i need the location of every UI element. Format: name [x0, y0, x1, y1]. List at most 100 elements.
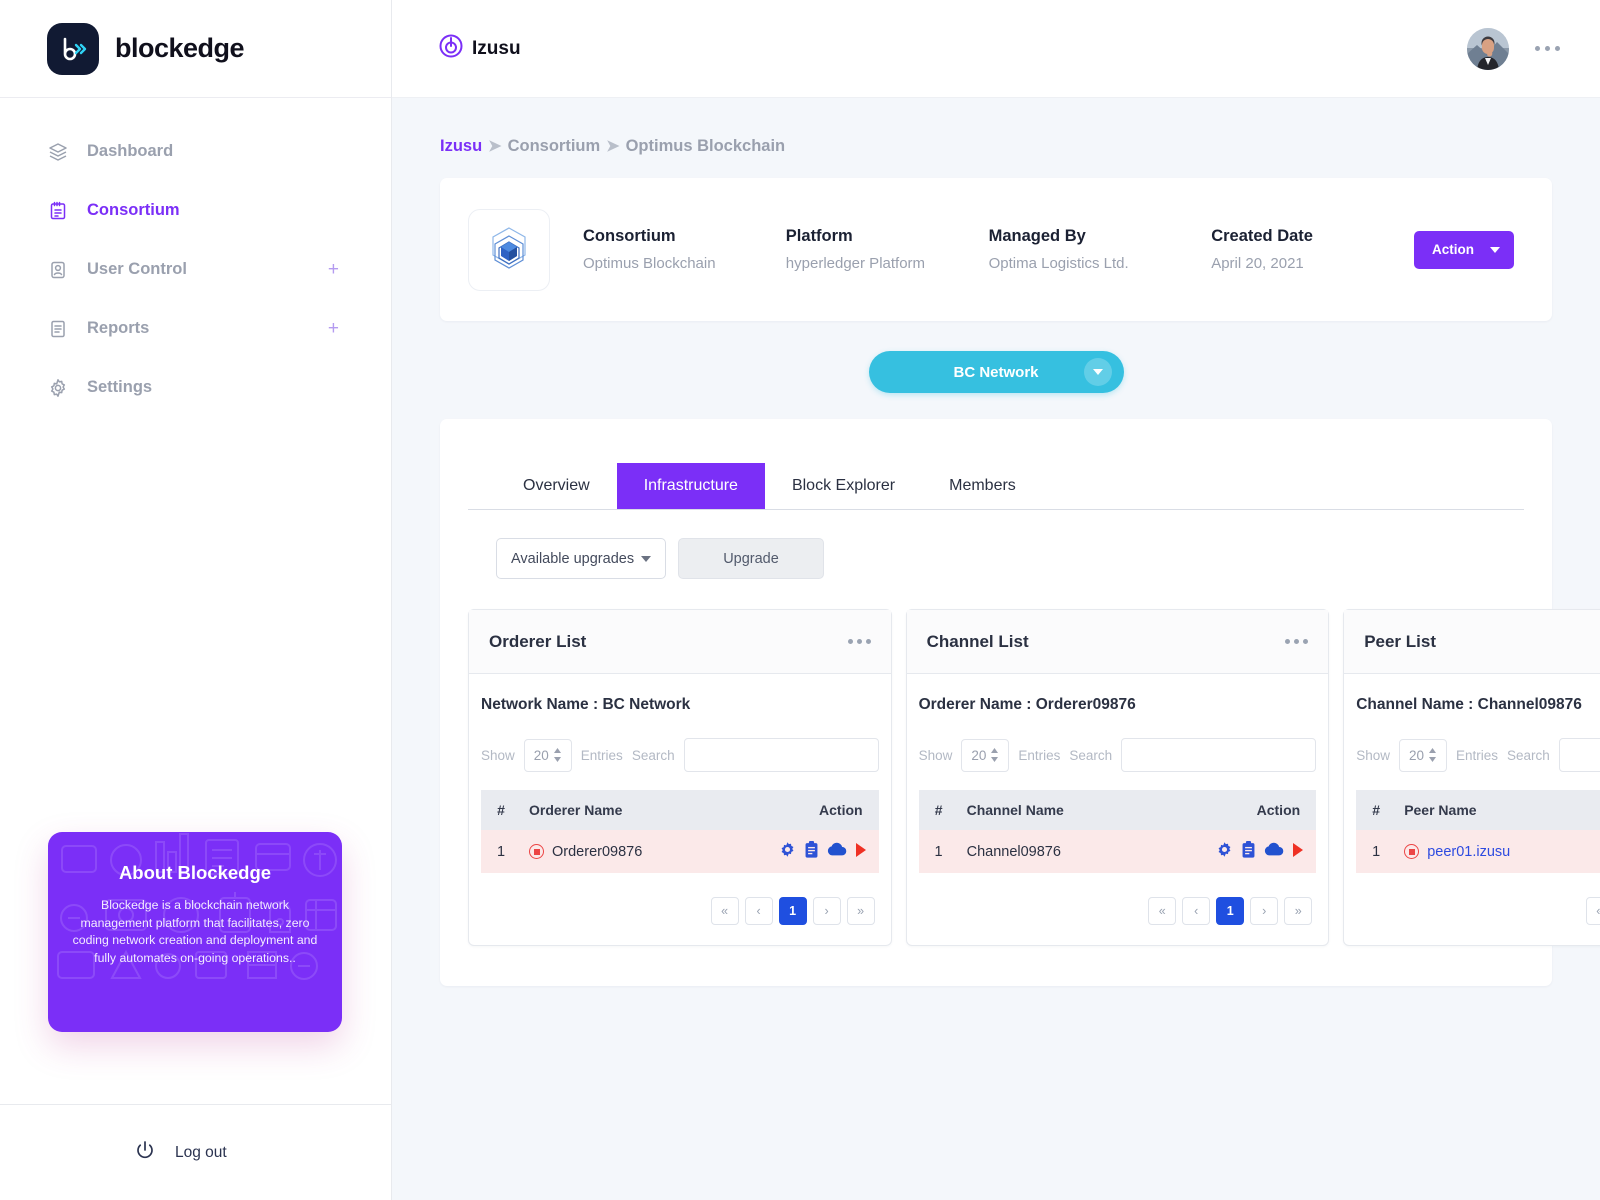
sidebar-item-consortium[interactable]: Consortium [0, 181, 391, 240]
expand-user-control-icon[interactable]: + [328, 260, 339, 279]
orderer-list-card: Orderer List Network Name : BC Network S… [468, 609, 892, 946]
page-size-stepper[interactable]: 20 [1398, 738, 1447, 772]
row-actions [712, 830, 879, 873]
page-last-button[interactable]: » [846, 897, 875, 925]
logout-button[interactable]: Log out [0, 1104, 392, 1200]
entries-label: Entries [580, 747, 623, 763]
pagination: « ‹ 1 › » [481, 897, 879, 925]
avatar[interactable] [1467, 27, 1509, 70]
row-name: Orderer09876 [552, 843, 643, 860]
tab-overview[interactable]: Overview [496, 463, 617, 509]
peer-list-card: Peer List Channel Name : Channel09876 Sh… [1343, 609, 1600, 946]
row-actions [1138, 830, 1317, 873]
chevron-down-glyph [1092, 369, 1103, 375]
chevron-down-icon[interactable] [1083, 358, 1112, 386]
page-next-button[interactable]: › [812, 897, 841, 925]
chevron-down-icon [1490, 246, 1500, 253]
gear-icon[interactable] [779, 841, 796, 862]
cloud-icon[interactable] [1264, 842, 1284, 861]
table-row[interactable]: 1 Orderer09876 [481, 830, 879, 873]
page-size-stepper[interactable]: 20 [523, 738, 572, 772]
play-icon[interactable] [1292, 842, 1304, 862]
bc-network-selector[interactable]: BC Network [868, 351, 1124, 393]
column-header-index: # [918, 790, 959, 830]
search-input[interactable] [1558, 738, 1600, 772]
clipboard-icon[interactable] [804, 841, 819, 862]
breadcrumb-item-consortium[interactable]: Consortium [508, 137, 601, 156]
layers-icon [47, 141, 69, 163]
chevron-down-icon [641, 555, 651, 562]
tab-infrastructure[interactable]: Infrastructure [616, 463, 765, 509]
kebab-menu-icon[interactable] [1285, 639, 1309, 644]
about-blockedge-card: About Blockedge Blockedge is a blockchai… [48, 832, 342, 1032]
page-first-button[interactable]: « [1585, 897, 1600, 925]
table-row[interactable]: 1 peer01.izusu [1356, 830, 1600, 873]
sidebar-item-user-control[interactable]: User Control + [0, 240, 391, 299]
page-first-button[interactable]: « [710, 897, 739, 925]
card-title: Orderer List [489, 631, 587, 651]
info-key: Created Date [1211, 227, 1313, 245]
peer-table: # Peer Name Action 1 [1356, 790, 1600, 873]
row-index: 1 [481, 830, 521, 873]
table-row[interactable]: 1 Channel09876 [918, 830, 1317, 873]
action-button[interactable]: Action [1414, 230, 1514, 269]
page-current-button[interactable]: 1 [1216, 897, 1245, 925]
row-name[interactable]: peer01.izusu [1427, 844, 1510, 860]
tab-members[interactable]: Members [922, 463, 1043, 509]
page-prev-button[interactable]: ‹ [744, 897, 773, 925]
sidebar-item-dashboard[interactable]: Dashboard [0, 122, 391, 181]
sidebar: blockedge Dashboard Consortium User Cont… [0, 0, 392, 1200]
show-label: Show [1356, 747, 1390, 763]
sidebar-item-label: Consortium [87, 201, 180, 219]
datatable-controls: Show 20 Entries Search [1356, 738, 1600, 772]
tab-block-explorer[interactable]: Block Explorer [765, 463, 922, 509]
brand-name: blockedge [115, 33, 245, 63]
blockedge-logo-icon [47, 22, 99, 75]
kebab-menu-icon[interactable] [1535, 46, 1560, 51]
breadcrumb: Izusu ➤ Consortium ➤ Optimus Blockchain [440, 98, 1552, 178]
page-current-button[interactable]: 1 [778, 897, 807, 925]
search-input[interactable] [683, 738, 879, 772]
breadcrumb-separator-icon: ➤ [606, 138, 620, 155]
page-size-stepper[interactable]: 20 [961, 738, 1010, 772]
info-value: Optimus Blockchain [583, 255, 716, 272]
page-prev-button[interactable]: ‹ [1182, 897, 1211, 925]
hexagon-cube-icon [468, 208, 550, 291]
expand-reports-icon[interactable]: + [328, 319, 339, 338]
brand[interactable]: blockedge [0, 0, 391, 98]
tab-bar: Overview Infrastructure Block Explorer M… [468, 463, 1524, 510]
row-index: 1 [918, 830, 959, 873]
stop-circle-icon [529, 844, 544, 859]
sidebar-item-reports[interactable]: Reports + [0, 299, 391, 358]
context-label: Channel Name : Channel09876 [1356, 696, 1582, 713]
page-last-button[interactable]: » [1284, 897, 1313, 925]
page-first-button[interactable]: « [1148, 897, 1177, 925]
tenant-brand[interactable]: Izusu [438, 33, 521, 64]
sidebar-item-settings[interactable]: Settings [0, 358, 391, 417]
cloud-icon[interactable] [827, 842, 847, 861]
column-header-name: Orderer Name [521, 790, 713, 830]
column-header-index: # [1356, 790, 1397, 830]
clipboard-icon[interactable] [1241, 841, 1256, 862]
bc-network-label: BC Network [953, 363, 1039, 381]
search-label: Search [1507, 747, 1550, 763]
available-upgrades-select[interactable]: Available upgrades [496, 538, 666, 579]
info-value: hyperledger Platform [785, 255, 926, 272]
page-next-button[interactable]: › [1250, 897, 1279, 925]
pagination: « ‹ 1 › » [1356, 897, 1600, 925]
search-input[interactable] [1121, 738, 1317, 772]
gear-icon[interactable] [1216, 841, 1233, 862]
upgrade-controls: Available upgrades Upgrade [468, 538, 1524, 579]
sidebar-item-label: Settings [87, 378, 153, 396]
stepper-arrows-icon [553, 748, 562, 762]
sidebar-nav: Dashboard Consortium User Control + Repo… [0, 98, 391, 417]
kebab-menu-icon[interactable] [847, 639, 871, 644]
card-header: Peer List [1344, 610, 1600, 674]
page-size-value: 20 [971, 747, 987, 763]
upgrade-button[interactable]: Upgrade [678, 538, 824, 579]
stop-circle-icon [1404, 844, 1420, 859]
breadcrumb-root[interactable]: Izusu [440, 137, 482, 156]
action-button-label: Action [1432, 242, 1474, 257]
play-icon[interactable] [855, 842, 867, 862]
info-value: April 20, 2021 [1211, 255, 1304, 272]
